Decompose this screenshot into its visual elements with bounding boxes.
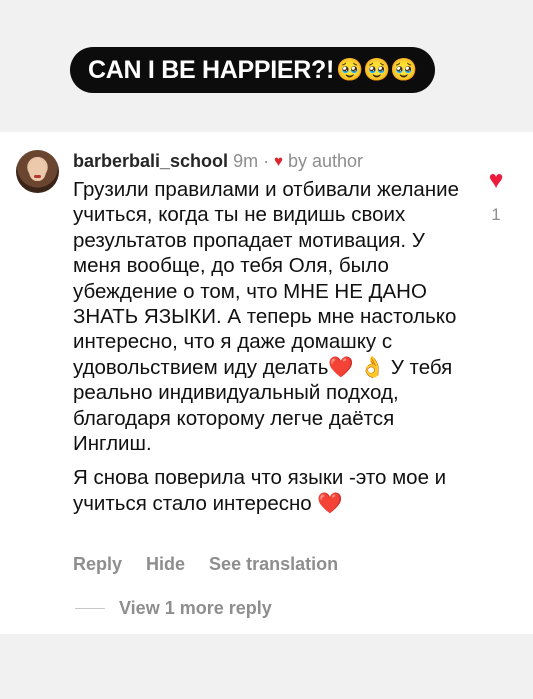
replies-divider — [75, 608, 105, 609]
view-more-replies-label[interactable]: View 1 more reply — [119, 598, 272, 619]
heart-icon[interactable]: ♥ — [482, 168, 510, 193]
story-background: CAN I BE HAPPIER?! 🥹🥹🥹 — [0, 0, 533, 132]
view-more-replies[interactable]: View 1 more reply — [75, 598, 272, 619]
reply-button[interactable]: Reply — [73, 554, 122, 575]
comment-paragraph: Грузили правилами и отбивали желание учи… — [73, 178, 459, 456]
bottom-background — [0, 634, 533, 699]
author-liked-heart-icon: ♥ — [274, 153, 283, 170]
comment-meta: barberbali_school 9m · ♥ by author — [73, 151, 363, 172]
story-headline-sticker: CAN I BE HAPPIER?! 🥹🥹🥹 — [70, 47, 436, 93]
comment-paragraph: Я снова поверила что языки -это мое и уч… — [73, 466, 447, 515]
comment-body: Грузили правилами и отбивали желание учи… — [73, 177, 473, 516]
meta-separator: · — [263, 151, 270, 171]
comment-time: 9m — [233, 151, 259, 171]
pleading-face-emoji: 🥹🥹🥹 — [336, 57, 418, 82]
liked-by-author-label: by author — [287, 151, 364, 171]
headline-text: CAN I BE HAPPIER?! — [88, 55, 335, 84]
comment-actions: Reply Hide See translation — [73, 554, 338, 575]
comment-card: barberbali_school 9m · ♥ by author Грузи… — [0, 132, 533, 634]
avatar[interactable] — [16, 150, 59, 193]
like-control[interactable]: ♥ 1 — [482, 168, 510, 225]
avatar-lips — [34, 175, 41, 178]
see-translation-button[interactable]: See translation — [209, 554, 338, 575]
like-count[interactable]: 1 — [482, 205, 510, 225]
username-link[interactable]: barberbali_school — [73, 151, 228, 172]
hide-button[interactable]: Hide — [146, 554, 185, 575]
